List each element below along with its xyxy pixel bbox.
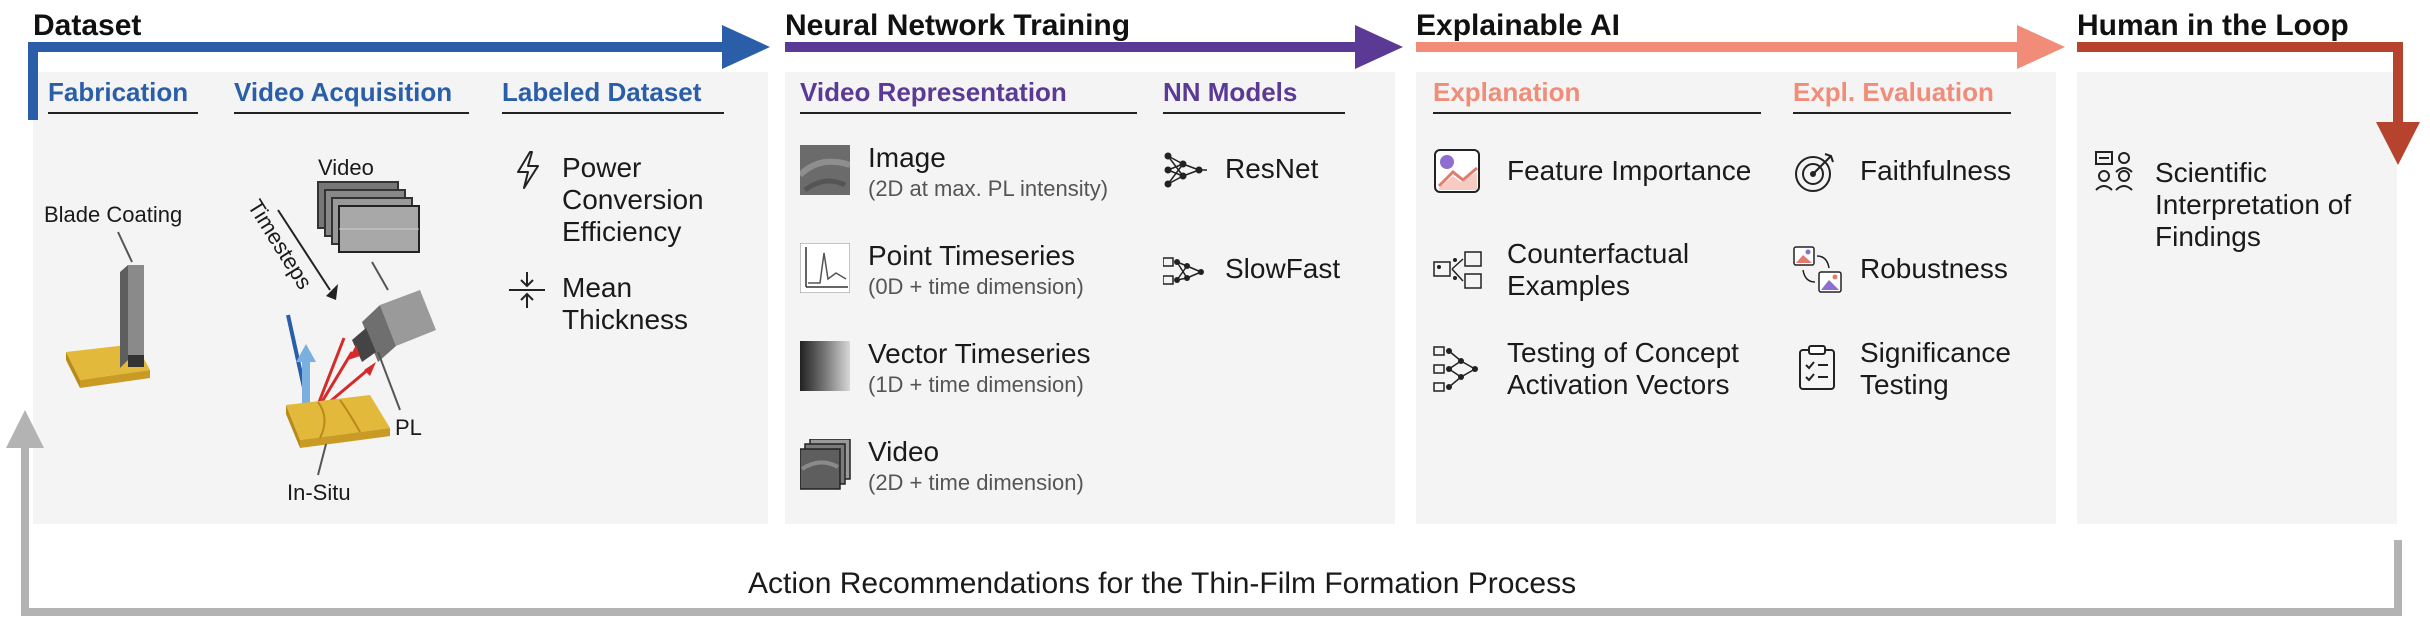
eval-robustness: Robustness xyxy=(1860,253,2008,284)
robustness-icon xyxy=(1793,246,1842,293)
nn-models-heading: NN Models xyxy=(1163,77,1298,107)
label-pce: Power Conversion Efficiency xyxy=(562,152,704,247)
eval-significance: Significance Testing xyxy=(1860,337,2011,400)
video-representation-heading: Video Representation xyxy=(800,77,1067,107)
video-network-icon xyxy=(1163,257,1204,285)
nn-models-rule xyxy=(1163,112,1345,114)
clipboard-icon xyxy=(1799,345,1835,390)
feedback-label: Action Recommendations for the Thin-Film… xyxy=(748,567,1577,600)
people-icon xyxy=(2095,151,2133,191)
vector-timeseries-icon xyxy=(800,341,850,391)
rep-video-detail: (2D + time dimension) xyxy=(868,470,1084,495)
rep-point-detail: (0D + time dimension) xyxy=(868,274,1084,299)
counterfactual-icon xyxy=(1433,251,1482,289)
explanation-heading: Explanation xyxy=(1433,77,1581,107)
model-resnet: ResNet xyxy=(1225,153,1319,184)
rep-image-detail: (2D at max. PL intensity) xyxy=(868,176,1109,201)
human-finding: Scientific Interpretation of Findings xyxy=(2155,157,2352,252)
rep-vector-name: Vector Timeseries xyxy=(868,338,1091,369)
explanation-rule xyxy=(1433,112,1761,114)
method-tcav: Testing of Concept Activation Vectors xyxy=(1507,337,1739,400)
rep-video-name: Video xyxy=(868,436,940,467)
target-icon xyxy=(1795,153,1834,192)
neural-network-icon xyxy=(1164,152,1207,188)
rep-point-name: Point Timeseries xyxy=(868,240,1075,271)
thickness-icon xyxy=(509,272,545,308)
concept-activation-icon xyxy=(1433,346,1478,392)
rep-image-name: Image xyxy=(868,142,946,173)
evaluation-rule xyxy=(1793,112,2011,114)
point-timeseries-icon xyxy=(800,243,850,293)
image-representation-icon xyxy=(800,145,850,195)
video-representation-rule xyxy=(800,112,1137,114)
label-mean-thickness: Mean Thickness xyxy=(562,272,689,335)
evaluation-heading: Expl. Evaluation xyxy=(1793,77,1994,107)
model-slowfast: SlowFast xyxy=(1225,253,1341,284)
feature-importance-icon xyxy=(1434,149,1480,193)
rep-vector-detail: (1D + time dimension) xyxy=(868,372,1084,397)
method-counterfactual: Counterfactual Examples xyxy=(1507,238,1690,301)
video-representation-icon xyxy=(800,439,851,490)
eval-faithfulness: Faithfulness xyxy=(1860,155,2011,186)
lightning-icon xyxy=(517,151,539,189)
method-feature-importance: Feature Importance xyxy=(1507,155,1752,186)
